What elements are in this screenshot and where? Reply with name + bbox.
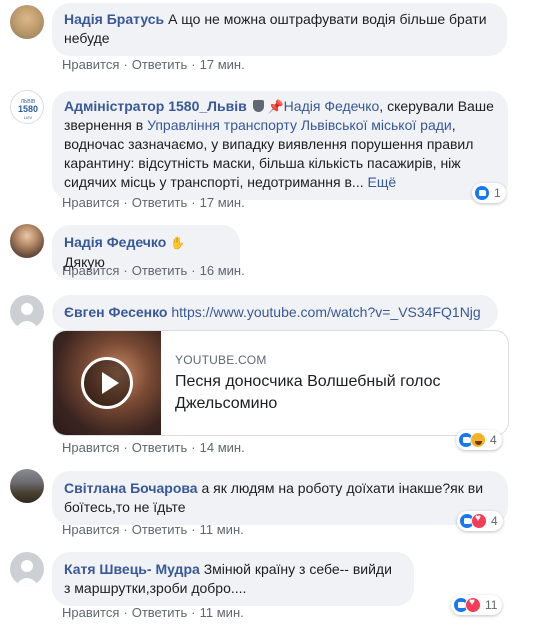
reaction-summary[interactable]: 11 <box>451 595 503 615</box>
comment: Надія Братусь А що не можна оштрафувати … <box>0 0 542 85</box>
comment-bubble: Катя Швець- Мудра Змінюй країну з себе--… <box>52 552 414 606</box>
play-button-icon[interactable] <box>81 357 133 409</box>
preview-title: Песня доносчика Волшебный голос Джельсом… <box>175 373 441 412</box>
comment-author[interactable]: Євген Фесенко <box>64 304 167 320</box>
svg-text:LVIV: LVIV <box>24 115 33 120</box>
separator: · <box>191 605 196 620</box>
avatar[interactable]: ЛЬВІВ 1580 LVIV <box>10 90 44 124</box>
pin-icon: 📌 <box>267 99 284 114</box>
separator: · <box>123 263 128 278</box>
video-thumbnail[interactable] <box>53 331 161 435</box>
comment-actions: Нравится · Ответить · 14 мин. <box>62 440 245 455</box>
haha-reaction-icon <box>470 432 486 448</box>
comment-actions: Нравится · Ответить · 11 мин. <box>62 605 244 620</box>
comment: Катя Швець- Мудра Змінюй країну з себе--… <box>0 545 542 633</box>
reply-button[interactable]: Ответить <box>132 605 188 620</box>
separator: · <box>123 57 128 72</box>
comment-author[interactable]: Катя Швець- Мудра <box>64 561 200 577</box>
reply-button[interactable]: Ответить <box>132 57 188 72</box>
avatar[interactable] <box>10 552 44 586</box>
mention-link[interactable]: Надія Федечко <box>284 98 380 114</box>
avatar[interactable] <box>10 224 44 258</box>
verified-shield-icon <box>252 100 264 112</box>
love-reaction-icon <box>471 513 487 529</box>
like-reaction-icon <box>474 185 490 201</box>
comment: Надія Федечко ✋ Дякую Нравится · Ответить ·… <box>0 220 542 285</box>
comment-actions: Нравится · Ответить · 16 мин. <box>62 263 245 278</box>
separator: · <box>191 263 196 278</box>
hand-wave-icon: ✋ <box>170 236 186 250</box>
separator: · <box>191 195 196 210</box>
comment-bubble: Євген Фесенко https://www.youtube.com/wa… <box>52 295 498 330</box>
like-button[interactable]: Нравится <box>62 522 119 537</box>
avatar[interactable] <box>10 469 44 503</box>
separator: · <box>123 605 128 620</box>
separator: · <box>123 522 128 537</box>
like-button[interactable]: Нравится <box>62 605 119 620</box>
svg-text:1580: 1580 <box>18 104 38 114</box>
separator: · <box>123 195 128 210</box>
separator: · <box>191 440 196 455</box>
reply-button[interactable]: Ответить <box>132 263 188 278</box>
reaction-summary[interactable]: 1 <box>472 183 506 203</box>
comment-actions: Нравится · Ответить · 11 мин. <box>62 522 244 537</box>
comment-time[interactable]: 17 мин. <box>200 57 245 72</box>
comment-time[interactable]: 16 мин. <box>200 263 245 278</box>
reaction-count: 4 <box>491 514 498 528</box>
see-more-link[interactable]: Ещё <box>367 174 396 190</box>
avatar[interactable] <box>10 5 44 39</box>
default-avatar-icon <box>15 560 39 586</box>
comment-bubble: Адміністратор 1580_Львів 📌Надія Федечко,… <box>52 91 508 200</box>
like-button[interactable]: Нравится <box>62 57 119 72</box>
comment: ЛЬВІВ 1580 LVIV Адміністратор 1580_Львів… <box>0 85 542 215</box>
like-button[interactable]: Нравится <box>62 195 119 210</box>
comment-bubble: Надія Братусь А що не можна оштрафувати … <box>52 3 507 56</box>
department-link[interactable]: Управління транспорту Львівської міської… <box>147 117 452 133</box>
comment-author[interactable]: Надія Федечко <box>64 234 166 250</box>
comment: Світлана Бочарова а як людям на роботу д… <box>0 465 542 545</box>
comment-author[interactable]: Світлана Бочарова <box>64 480 198 496</box>
preview-domain: YOUTUBE.COM <box>175 353 267 367</box>
url-link[interactable]: https://www.youtube.com/watch?v=_VS34FQ1… <box>171 304 480 320</box>
comment-author[interactable]: Адміністратор 1580_Львів <box>64 98 247 114</box>
like-button[interactable]: Нравится <box>62 263 119 278</box>
comment-time[interactable]: 14 мин. <box>200 440 245 455</box>
comment-author[interactable]: Надія Братусь <box>64 11 164 27</box>
comment-time[interactable]: 17 мин. <box>200 195 245 210</box>
reply-button[interactable]: Ответить <box>132 195 188 210</box>
like-button[interactable]: Нравится <box>62 440 119 455</box>
separator: · <box>191 522 196 537</box>
reaction-summary[interactable]: 4 <box>456 430 502 450</box>
separator: · <box>191 57 196 72</box>
separator: · <box>123 440 128 455</box>
reaction-summary[interactable]: 4 <box>457 511 503 531</box>
admin-logo-icon: ЛЬВІВ 1580 LVIV <box>18 99 38 120</box>
comment-time[interactable]: 11 мин. <box>200 605 244 620</box>
reply-button[interactable]: Ответить <box>132 440 188 455</box>
reaction-count: 1 <box>494 186 501 200</box>
comment-actions: Нравится · Ответить · 17 мин. <box>62 57 245 72</box>
reply-button[interactable]: Ответить <box>132 522 188 537</box>
comment-actions: Нравится · Ответить · 17 мин. <box>62 195 245 210</box>
avatar[interactable] <box>10 295 44 329</box>
reaction-count: 11 <box>485 598 498 612</box>
reaction-count: 4 <box>490 433 497 447</box>
comment-bubble: Світлана Бочарова а як людям на роботу д… <box>52 471 508 525</box>
love-reaction-icon <box>465 597 481 613</box>
default-avatar-icon <box>15 303 39 329</box>
link-preview-card[interactable]: YOUTUBE.COM Песня доносчика Волшебный го… <box>52 330 509 436</box>
comment: Євген Фесенко https://www.youtube.com/wa… <box>0 290 542 455</box>
comment-time[interactable]: 11 мин. <box>200 522 244 537</box>
